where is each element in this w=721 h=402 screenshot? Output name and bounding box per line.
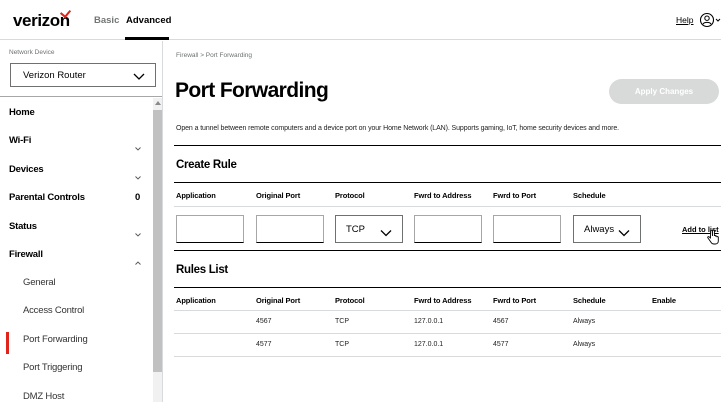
protocol-value: TCP xyxy=(346,224,365,235)
cell-fwrd-port: 4567 xyxy=(493,318,509,325)
protocol-select[interactable]: TCP xyxy=(335,215,403,243)
column-header-schedule: Schedule xyxy=(573,191,606,200)
row-divider xyxy=(174,333,721,334)
column-header-enable: Enable xyxy=(652,296,676,305)
sidebar-subitem-label: DMZ Host xyxy=(23,391,65,402)
fwrd-address-input[interactable] xyxy=(414,215,482,243)
sidebar: Network Device Verizon Router Home Wi-Fi… xyxy=(0,41,163,402)
active-tab-indicator xyxy=(125,37,169,40)
sidebar-item-label: Status xyxy=(9,221,37,232)
section-divider xyxy=(174,182,721,183)
cell-schedule: Always xyxy=(573,318,596,325)
cell-protocol: TCP xyxy=(335,341,349,348)
sidebar-subitem-label: Access Control xyxy=(23,305,85,316)
row-divider xyxy=(174,356,721,357)
tab-advanced[interactable]: Advanced xyxy=(126,15,171,26)
row-divider xyxy=(174,206,721,207)
scroll-up-arrow-icon[interactable] xyxy=(155,101,161,105)
hand-cursor-icon xyxy=(707,229,719,250)
page-title: Port Forwarding xyxy=(175,79,329,102)
sidebar-subitem-label: Port Forwarding xyxy=(23,334,88,345)
user-account-icon[interactable] xyxy=(699,11,721,29)
chevron-down-icon xyxy=(135,224,141,242)
sidebar-item-home[interactable]: Home xyxy=(9,99,151,127)
sidebar-item-status[interactable]: Status xyxy=(9,213,151,241)
help-link[interactable]: Help xyxy=(676,15,693,25)
sidebar-item-label: Firewall xyxy=(9,249,43,260)
column-header-protocol: Protocol xyxy=(335,191,365,200)
sidebar-item-parental-controls[interactable]: Parental Controls 0 xyxy=(9,184,151,212)
sidebar-subitem-label: Port Triggering xyxy=(23,362,83,373)
chevron-up-icon xyxy=(135,252,141,270)
tab-basic[interactable]: Basic xyxy=(94,15,119,26)
network-device-value: Verizon Router xyxy=(23,70,86,81)
sidebar-divider xyxy=(0,96,162,97)
section-divider xyxy=(174,145,721,146)
chevron-down-icon xyxy=(380,225,392,243)
cell-fwrd-address: 127.0.0.1 xyxy=(414,318,444,325)
sidebar-subitem-access-control[interactable]: Access Control xyxy=(23,297,151,325)
top-bar: verizon Basic Advanced Help xyxy=(0,0,721,40)
schedule-value: Always xyxy=(584,224,615,235)
chevron-down-icon xyxy=(135,138,141,156)
sidebar-item-devices[interactable]: Devices xyxy=(9,156,151,184)
sidebar-item-label: Devices xyxy=(9,164,44,175)
sidebar-subitem-port-forwarding[interactable]: Port Forwarding xyxy=(23,326,151,354)
sidebar-subitem-general[interactable]: General xyxy=(23,269,151,297)
column-header-original-port: Original Port xyxy=(256,191,301,200)
cell-fwrd-port: 4577 xyxy=(493,341,509,348)
network-device-select[interactable]: Verizon Router xyxy=(10,63,156,87)
create-rule-title: Create Rule xyxy=(176,159,237,171)
cell-schedule: Always xyxy=(573,341,596,348)
section-divider xyxy=(174,250,721,251)
column-header-application: Application xyxy=(176,191,216,200)
schedule-select[interactable]: Always xyxy=(573,215,641,243)
cell-protocol: TCP xyxy=(335,318,349,325)
rules-list-title: Rules List xyxy=(176,264,228,276)
chevron-down-icon xyxy=(133,69,145,87)
column-header-original-port: Original Port xyxy=(256,296,301,305)
sidebar-item-firewall[interactable]: Firewall xyxy=(9,241,151,269)
sidebar-subitem-dmz-host[interactable]: DMZ Host xyxy=(23,383,151,402)
sidebar-item-label: Home xyxy=(9,107,35,118)
sidebar-item-wifi[interactable]: Wi-Fi xyxy=(9,127,151,155)
sidebar-subitem-label: General xyxy=(23,277,56,288)
column-header-fwrd-port: Fwrd to Port xyxy=(493,191,536,200)
column-header-application: Application xyxy=(176,296,216,305)
column-header-fwrd-address: Fwrd to Address xyxy=(414,191,472,200)
original-port-input[interactable] xyxy=(256,215,324,243)
apply-changes-button[interactable]: Apply Changes xyxy=(609,79,719,104)
column-header-protocol: Protocol xyxy=(335,296,365,305)
application-input[interactable] xyxy=(176,215,244,243)
sidebar-item-label: Wi-Fi xyxy=(9,135,32,146)
column-header-fwrd-address: Fwrd to Address xyxy=(414,296,472,305)
fwrd-port-input[interactable] xyxy=(493,215,561,243)
column-header-schedule: Schedule xyxy=(573,296,606,305)
chevron-down-icon xyxy=(135,167,141,185)
network-device-label: Network Device xyxy=(9,49,55,56)
parental-controls-count: 0 xyxy=(135,192,141,203)
page-description: Open a tunnel between remote computers a… xyxy=(176,125,619,132)
row-divider xyxy=(174,310,721,311)
sidebar-subitem-port-triggering[interactable]: Port Triggering xyxy=(23,354,151,382)
sidebar-item-label: Parental Controls xyxy=(9,192,85,203)
cell-original-port: 4577 xyxy=(256,341,272,348)
chevron-down-icon xyxy=(618,225,630,243)
column-header-fwrd-port: Fwrd to Port xyxy=(493,296,536,305)
active-item-indicator xyxy=(6,332,9,354)
cell-original-port: 4567 xyxy=(256,318,272,325)
section-divider xyxy=(174,287,721,288)
cell-fwrd-address: 127.0.0.1 xyxy=(414,341,444,348)
breadcrumb: Firewall > Port Forwarding xyxy=(176,52,253,59)
sidebar-scrollbar-thumb[interactable] xyxy=(153,110,162,372)
